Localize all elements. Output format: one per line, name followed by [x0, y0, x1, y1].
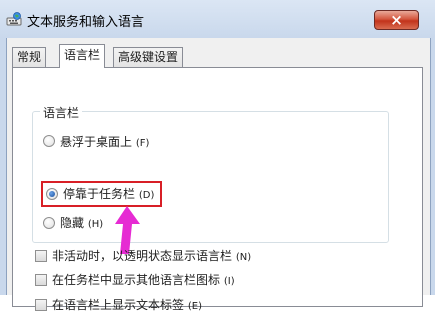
- option-text: 悬浮于桌面上: [60, 135, 133, 149]
- close-icon: ×: [390, 11, 403, 29]
- checkbox-text: 在语言栏上显示文本标签: [52, 298, 185, 312]
- checkbox-show-text-labels-label[interactable]: 在语言栏上显示文本标签 (E): [52, 296, 202, 313]
- tab-advanced-key-settings-label: 高级键设置: [118, 50, 179, 64]
- checkbox-show-extra-icons-label[interactable]: 在任务栏中显示其他语言栏图标 (I): [52, 271, 235, 288]
- option-hotkey: (H): [87, 219, 104, 230]
- radio-float-on-desktop-label[interactable]: 悬浮于桌面上 (F): [60, 133, 149, 150]
- tab-advanced-key-settings[interactable]: 高级键设置: [113, 47, 184, 67]
- checkbox-hotkey: (N): [235, 252, 252, 263]
- checkbox-text: 在任务栏中显示其他语言栏图标: [52, 273, 221, 287]
- option-hotkey: (F): [135, 138, 150, 149]
- tab-language-bar[interactable]: 语言栏: [59, 44, 106, 68]
- tab-language-bar-label: 语言栏: [64, 48, 101, 62]
- checkbox-show-text-labels[interactable]: [35, 299, 47, 311]
- tab-general-label: 常规: [17, 50, 42, 64]
- radio-dock-taskbar-label[interactable]: 停靠于任务栏 (D): [63, 185, 154, 202]
- option-hotkey: (D): [138, 190, 155, 201]
- checkbox-transparent-when-inactive-label[interactable]: 非活动时，以透明状态显示语言栏 (N): [52, 247, 251, 264]
- radio-hidden[interactable]: [43, 217, 55, 229]
- radio-float-on-desktop[interactable]: [43, 135, 55, 147]
- checkbox-text: 非活动时，以透明状态显示语言栏: [52, 249, 233, 263]
- dialog-window: 文本服务和输入语言 × 常规 语言栏 高级键设置 语言栏 悬浮于桌面上 (F): [0, 0, 435, 312]
- tab-panel: 语言栏 悬浮于桌面上 (F) 停靠于任务栏 (D) 隐藏 (H) 非活动时，以透…: [12, 67, 423, 312]
- groupbox-title: 语言栏: [40, 104, 83, 121]
- keyboard-globe-icon: [6, 12, 22, 26]
- radio-dock-taskbar[interactable]: [46, 188, 58, 200]
- title-bar[interactable]: 文本服务和输入语言 ×: [0, 0, 435, 38]
- window-title: 文本服务和输入语言: [27, 15, 145, 30]
- checkbox-show-extra-icons[interactable]: [35, 274, 47, 286]
- radio-hidden-label[interactable]: 隐藏 (H): [60, 214, 103, 231]
- close-button[interactable]: ×: [374, 10, 419, 30]
- checkbox-transparent-when-inactive[interactable]: [35, 250, 47, 262]
- checkbox-hotkey: (I): [223, 276, 235, 287]
- checkbox-hotkey: (E): [187, 301, 202, 312]
- dialog-client-area: 常规 语言栏 高级键设置 语言栏 悬浮于桌面上 (F) 停靠于任务栏 (D) 隐…: [6, 38, 431, 312]
- tab-general[interactable]: 常规: [12, 47, 47, 67]
- option-text: 隐藏: [60, 216, 85, 230]
- option-text: 停靠于任务栏: [63, 187, 136, 201]
